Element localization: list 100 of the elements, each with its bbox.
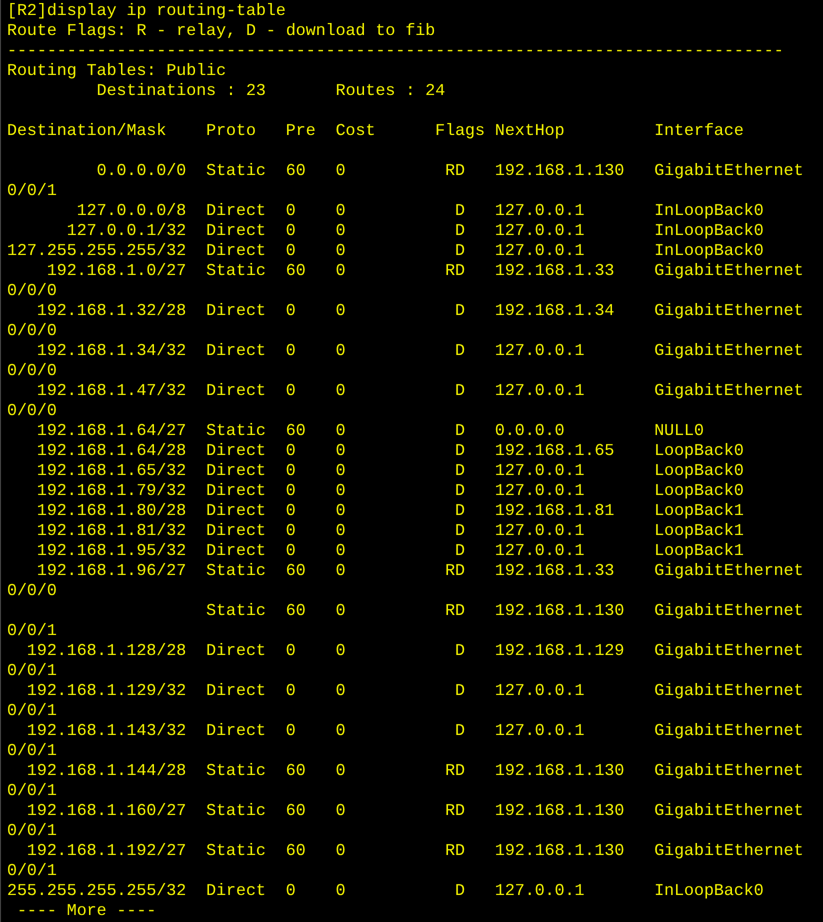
table-cell: 192.168.1.128/28 bbox=[26, 641, 186, 661]
table-cell: 0/0/0 bbox=[7, 581, 57, 601]
table-cell: Static bbox=[206, 561, 266, 581]
table-cell: 192.168.1.129/32 bbox=[26, 681, 186, 701]
separator-line: ------------------------------------------------------------------------------ bbox=[7, 41, 784, 61]
table-cell: RD bbox=[445, 801, 466, 821]
table-cell: GigabitEthernet bbox=[654, 801, 804, 821]
table-cell: 192.168.1.96/27 bbox=[36, 561, 186, 581]
table-cell: 127.0.0.1 bbox=[494, 381, 584, 401]
table-cell: 0/0/0 bbox=[7, 361, 57, 381]
table-cell: 192.168.1.130 bbox=[494, 761, 624, 781]
table-cell: 127.0.0.1 bbox=[494, 221, 584, 241]
table-cell: Static bbox=[206, 161, 266, 181]
table-cell: 0/0/1 bbox=[7, 821, 57, 841]
table-cell: 0 bbox=[286, 441, 296, 461]
table-cell: 192.168.1.129 bbox=[494, 641, 624, 661]
table-cell: 192.168.1.160/27 bbox=[26, 801, 186, 821]
table-cell: 192.168.1.34/32 bbox=[36, 341, 186, 361]
column-header: Flags bbox=[435, 121, 485, 141]
table-cell: Direct bbox=[206, 681, 266, 701]
table-cell: 0/0/1 bbox=[7, 661, 57, 681]
table-cell: Static bbox=[206, 801, 266, 821]
table-cell: 0 bbox=[336, 761, 346, 781]
table-cell: 0 bbox=[336, 881, 346, 901]
route-flags-legend: Route Flags: R - relay, D - download to fib bbox=[7, 21, 436, 41]
table-cell: 192.168.1.64/28 bbox=[36, 441, 186, 461]
table-cell: 60 bbox=[286, 261, 306, 281]
table-cell: D bbox=[455, 641, 466, 661]
table-cell: 60 bbox=[286, 841, 306, 861]
table-cell: 0 bbox=[336, 681, 346, 701]
table-cell: 0 bbox=[286, 501, 296, 521]
more-prompt: ---- More ---- bbox=[16, 901, 156, 921]
table-cell: 0 bbox=[336, 301, 346, 321]
table-cell: 0 bbox=[286, 201, 296, 221]
table-cell: 192.168.1.130 bbox=[494, 801, 624, 821]
table-cell: 60 bbox=[286, 161, 306, 181]
table-cell: 127.255.255.255/32 bbox=[6, 241, 186, 261]
table-cell: 0/0/0 bbox=[7, 281, 57, 301]
table-cell: 0.0.0.0 bbox=[494, 421, 565, 441]
table-cell: 0 bbox=[336, 221, 346, 241]
table-cell: GigabitEthernet bbox=[654, 601, 804, 621]
column-header: Proto bbox=[206, 121, 256, 141]
table-cell: 0 bbox=[336, 161, 346, 181]
table-cell: RD bbox=[445, 161, 466, 181]
table-cell: GigabitEthernet bbox=[654, 681, 804, 701]
table-cell: 192.168.1.79/32 bbox=[36, 481, 186, 501]
table-cell: D bbox=[455, 381, 466, 401]
table-cell: 127.0.0.1 bbox=[494, 241, 584, 261]
table-cell: 127.0.0.1 bbox=[494, 341, 584, 361]
table-title: Routing Tables: Public bbox=[7, 61, 226, 81]
table-cell: RD bbox=[445, 561, 466, 581]
table-cell: 127.0.0.1 bbox=[494, 721, 584, 741]
table-cell: LoopBack0 bbox=[654, 481, 744, 501]
table-cell: 127.0.0.1 bbox=[494, 201, 584, 221]
table-cell: InLoopBack0 bbox=[654, 881, 764, 901]
table-cell: 0/0/1 bbox=[7, 701, 57, 721]
table-cell: 127.0.0.1 bbox=[494, 681, 584, 701]
table-cell: D bbox=[455, 441, 466, 461]
table-cell: Direct bbox=[206, 521, 266, 541]
table-cell: 192.168.1.81/32 bbox=[36, 521, 186, 541]
table-cell: 60 bbox=[286, 561, 306, 581]
column-header: Interface bbox=[654, 121, 744, 141]
table-cell: Direct bbox=[206, 241, 266, 261]
table-cell: D bbox=[455, 341, 466, 361]
table-cell: 192.168.1.130 bbox=[494, 161, 624, 181]
table-cell: Static bbox=[206, 421, 266, 441]
table-cell: 0 bbox=[336, 501, 346, 521]
table-cell: LoopBack0 bbox=[654, 461, 744, 481]
table-cell: 0 bbox=[286, 681, 296, 701]
table-cell: Direct bbox=[206, 441, 266, 461]
table-cell: 0/0/0 bbox=[7, 401, 57, 421]
table-cell: GigabitEthernet bbox=[654, 381, 804, 401]
table-cell: RD bbox=[445, 261, 466, 281]
table-cell: 0/0/1 bbox=[7, 181, 57, 201]
table-cell: 0 bbox=[336, 201, 346, 221]
table-cell: 60 bbox=[286, 761, 306, 781]
table-cell: 192.168.1.33 bbox=[494, 561, 614, 581]
table-cell: 0 bbox=[336, 601, 346, 621]
table-cell: 192.168.1.47/32 bbox=[36, 381, 186, 401]
table-cell: 0 bbox=[286, 241, 296, 261]
table-cell: 192.168.1.33 bbox=[494, 261, 614, 281]
column-header: Cost bbox=[336, 121, 376, 141]
table-cell: RD bbox=[445, 601, 466, 621]
table-cell: D bbox=[455, 421, 466, 441]
table-cell: LoopBack1 bbox=[654, 541, 744, 561]
table-cell: 0 bbox=[336, 341, 346, 361]
table-cell: 255.255.255.255/32 bbox=[6, 881, 186, 901]
destinations-count: Destinations : 23 bbox=[96, 81, 266, 101]
table-cell: Static bbox=[206, 261, 266, 281]
table-cell: 0 bbox=[286, 301, 296, 321]
table-cell: 192.168.1.144/28 bbox=[26, 761, 186, 781]
table-cell: GigabitEthernet bbox=[654, 561, 804, 581]
table-cell: Direct bbox=[206, 301, 266, 321]
table-cell: 0 bbox=[286, 221, 296, 241]
table-cell: D bbox=[455, 221, 466, 241]
table-cell: 0/0/1 bbox=[7, 861, 57, 881]
table-cell: 127.0.0.1/32 bbox=[66, 221, 186, 241]
table-cell: 192.168.1.130 bbox=[494, 841, 624, 861]
table-cell: 192.168.1.0/27 bbox=[46, 261, 186, 281]
table-cell: LoopBack0 bbox=[654, 441, 744, 461]
